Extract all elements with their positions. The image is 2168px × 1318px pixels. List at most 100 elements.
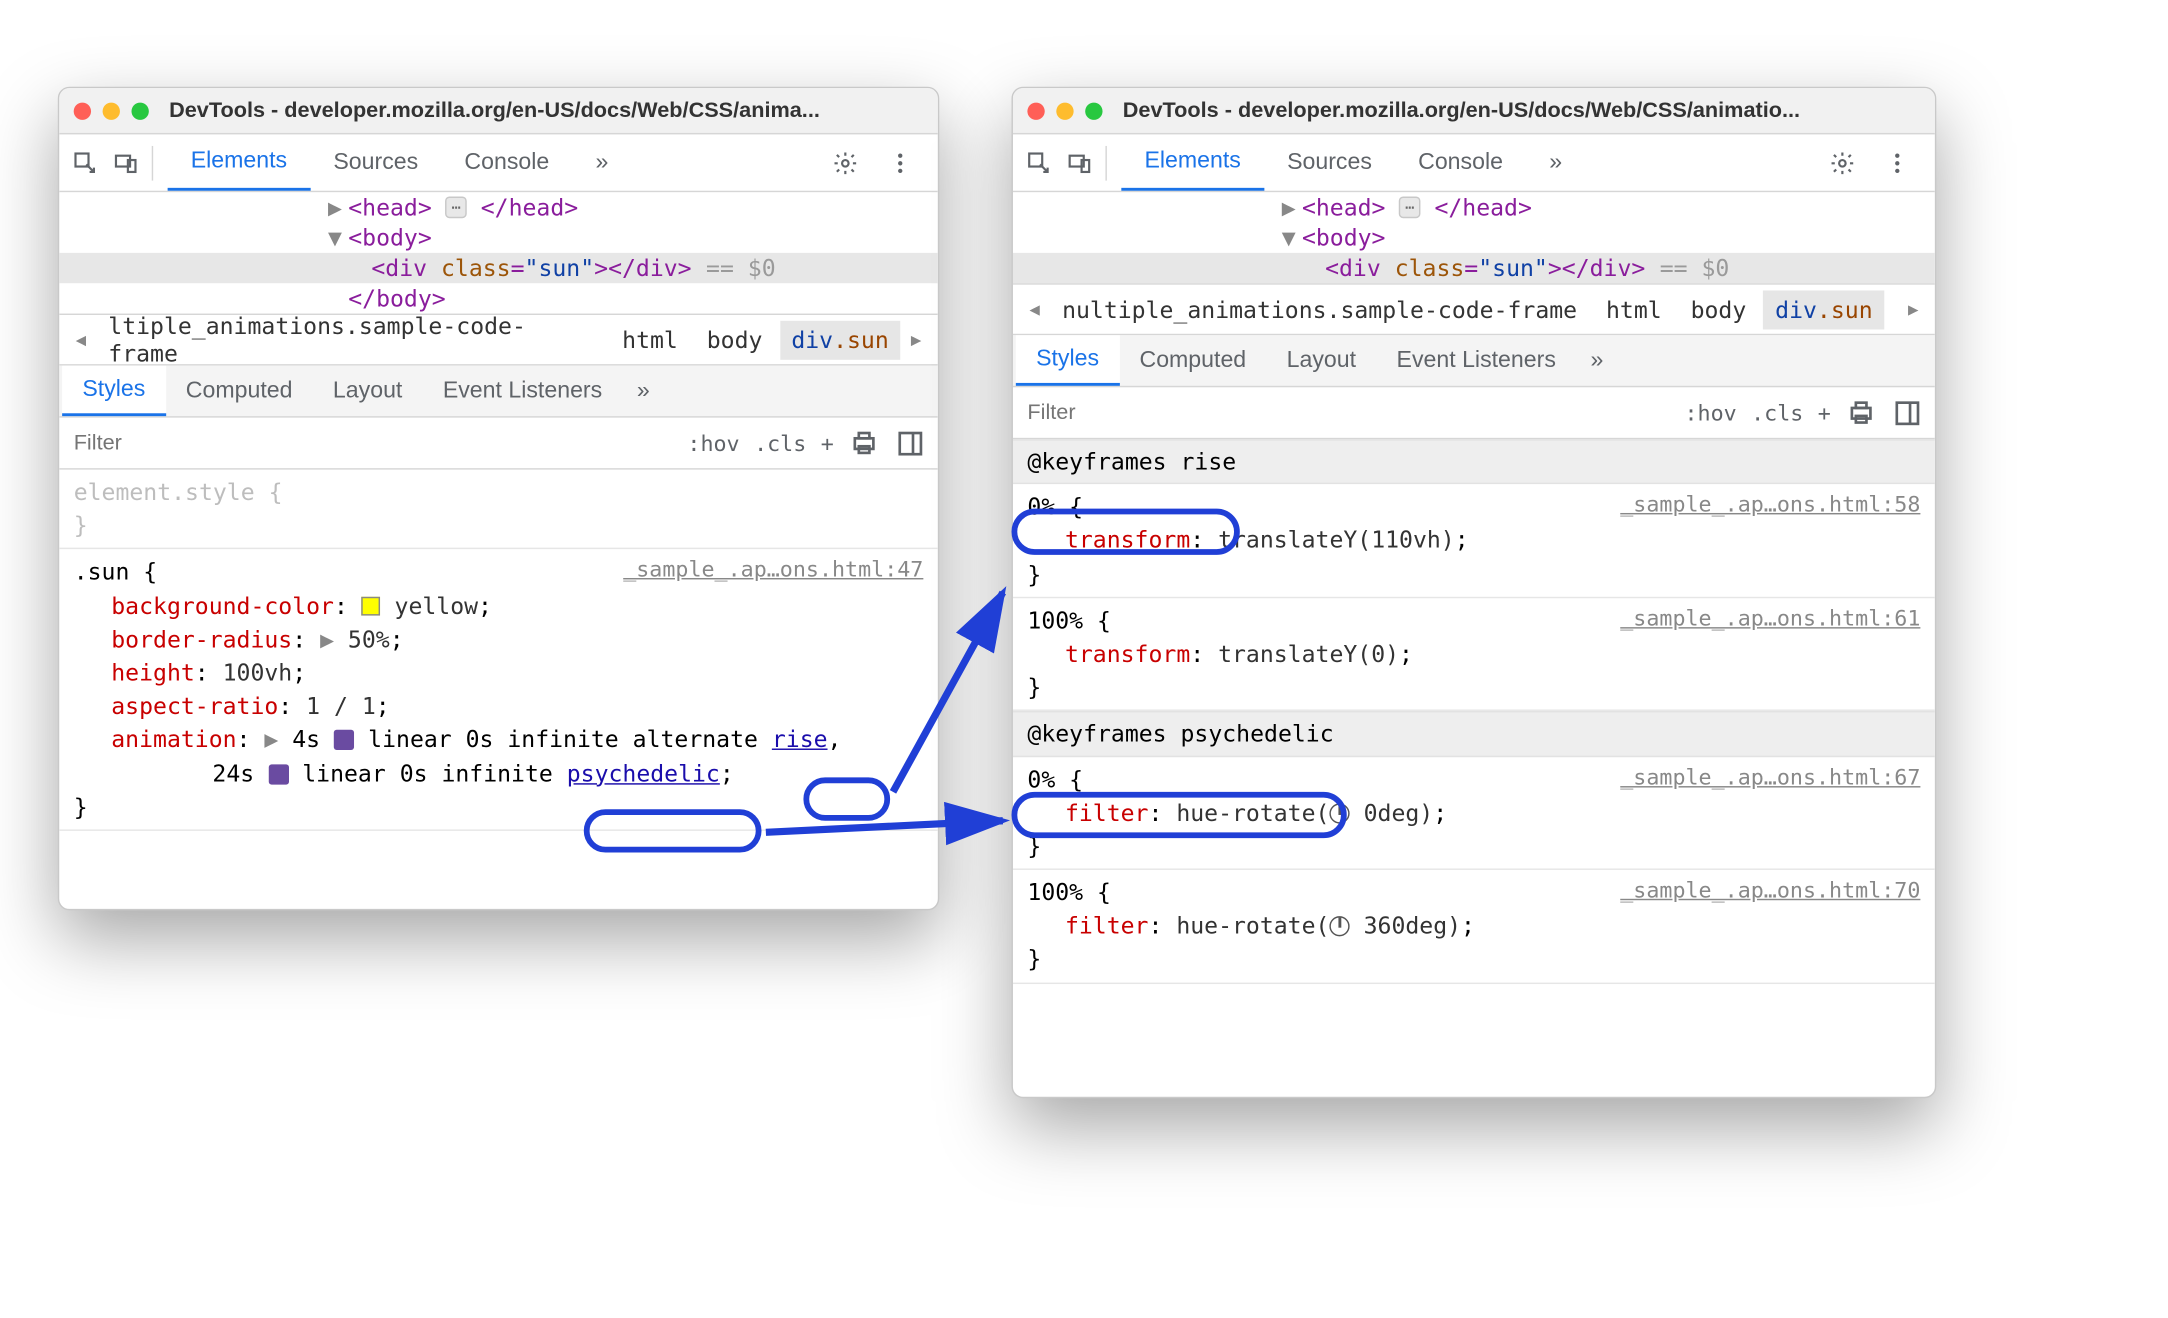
cls-toggle[interactable]: .cls xyxy=(754,430,806,456)
dom-body-close[interactable]: </body> xyxy=(59,283,938,313)
expand-icon[interactable]: ▶ xyxy=(264,726,278,753)
window-title: DevTools - developer.mozilla.org/en-US/d… xyxy=(169,98,820,123)
styles-pane: @keyframes rise _sample_.ap…ons.html:58 … xyxy=(1013,439,1935,983)
dom-head[interactable]: <head> ⋯ </head> xyxy=(59,192,938,222)
tab-console[interactable]: Console xyxy=(441,134,572,190)
styles-filterbar: :hov .cls + xyxy=(59,418,938,470)
tab-sources[interactable]: Sources xyxy=(310,134,441,190)
tab-more[interactable]: » xyxy=(572,134,631,190)
kebab-icon[interactable] xyxy=(1880,145,1915,180)
devtools-toolbar: Elements Sources Console » xyxy=(59,134,938,192)
crumb-selected[interactable]: div.sun xyxy=(780,320,901,359)
subtab-layout[interactable]: Layout xyxy=(313,366,423,417)
keyframe-rise-0[interactable]: _sample_.ap…ons.html:58 0% { transform: … xyxy=(1013,484,1935,598)
selected-indicator: == $0 xyxy=(706,254,776,281)
keyframe-psy-100[interactable]: _sample_.ap…ons.html:70 100% { filter: h… xyxy=(1013,870,1935,984)
breadcrumb-next-icon[interactable]: ▶ xyxy=(906,329,926,349)
devtools-toolbar: Elements Sources Console » xyxy=(1013,134,1935,192)
angle-icon[interactable] xyxy=(1329,916,1349,936)
maximize-icon[interactable] xyxy=(1085,102,1102,119)
subtab-styles[interactable]: Styles xyxy=(62,366,165,417)
breadcrumb-prev-icon[interactable]: ◀ xyxy=(71,329,91,349)
crumb-selected[interactable]: div.sun xyxy=(1764,290,1885,329)
crumb-html[interactable]: html xyxy=(611,320,690,359)
dom-tree[interactable]: <head> ⋯ </head> <body> <div class="sun"… xyxy=(59,192,938,313)
cls-toggle[interactable]: .cls xyxy=(1751,400,1803,426)
dom-body-open[interactable]: <body> xyxy=(1013,223,1935,253)
maximize-icon[interactable] xyxy=(131,102,148,119)
computed-panel-icon[interactable] xyxy=(1892,397,1924,429)
breadcrumb-next-icon[interactable]: ▶ xyxy=(1903,299,1923,319)
print-icon[interactable] xyxy=(848,427,880,459)
minimize-icon[interactable] xyxy=(103,102,120,119)
dom-selected-div[interactable]: <div class="sun"></div> == $0 xyxy=(1013,253,1935,283)
devtools-window-right: DevTools - developer.mozilla.org/en-US/d… xyxy=(1012,87,1937,1099)
source-link[interactable]: _sample_.ap…ons.html:47 xyxy=(623,555,923,586)
tab-console[interactable]: Console xyxy=(1395,134,1526,190)
computed-panel-icon[interactable] xyxy=(894,427,926,459)
easing-icon[interactable] xyxy=(268,764,288,784)
crumb-frame[interactable]: nultiple_animations.sample-code-frame xyxy=(1051,290,1589,329)
subtab-styles[interactable]: Styles xyxy=(1016,335,1119,386)
filter-input[interactable] xyxy=(1025,394,1256,430)
rule-sun[interactable]: _sample_.ap…ons.html:47 .sun { backgroun… xyxy=(59,550,938,831)
source-link[interactable]: _sample_.ap…ons.html:67 xyxy=(1620,762,1920,793)
keyframe-psy-0[interactable]: _sample_.ap…ons.html:67 0% { filter: hue… xyxy=(1013,756,1935,870)
angle-icon[interactable] xyxy=(1329,803,1349,823)
inspect-icon[interactable] xyxy=(68,145,103,180)
keyframes-header-psychedelic[interactable]: @keyframes psychedelic xyxy=(1013,711,1935,756)
device-toggle-icon[interactable] xyxy=(108,145,143,180)
inspect-icon[interactable] xyxy=(1022,145,1057,180)
kebab-icon[interactable] xyxy=(883,145,918,180)
hover-toggle[interactable]: :hov xyxy=(687,430,739,456)
subtab-computed[interactable]: Computed xyxy=(166,366,313,417)
hover-toggle[interactable]: :hov xyxy=(1684,400,1736,426)
easing-icon[interactable] xyxy=(334,730,354,750)
subtab-event-listeners[interactable]: Event Listeners xyxy=(423,366,623,417)
keyframe-rise-100[interactable]: _sample_.ap…ons.html:61 100% { transform… xyxy=(1013,598,1935,712)
panel-tabs: Elements Sources Console » xyxy=(168,134,632,190)
animation-prop[interactable]: animation: ▶ 4s linear 0s infinite alter… xyxy=(111,723,923,757)
dom-tree[interactable]: <head> ⋯ </head> <body> <div class="sun"… xyxy=(1013,192,1935,283)
source-link[interactable]: _sample_.ap…ons.html:61 xyxy=(1620,604,1920,635)
new-rule-icon[interactable]: + xyxy=(821,430,834,456)
color-swatch-icon[interactable] xyxy=(362,596,381,615)
tab-more[interactable]: » xyxy=(1526,134,1585,190)
device-toggle-icon[interactable] xyxy=(1062,145,1097,180)
styles-filterbar: :hov .cls + xyxy=(1013,387,1935,439)
dom-selected-div[interactable]: <div class="sun"></div> == $0 xyxy=(59,253,938,283)
subtab-event-listeners[interactable]: Event Listeners xyxy=(1376,335,1576,386)
tab-sources[interactable]: Sources xyxy=(1264,134,1395,190)
source-link[interactable]: _sample_.ap…ons.html:70 xyxy=(1620,876,1920,907)
print-icon[interactable] xyxy=(1845,397,1877,429)
crumb-html[interactable]: html xyxy=(1594,290,1673,329)
crumb-body[interactable]: body xyxy=(695,320,774,359)
keyframes-link-psychedelic[interactable]: psychedelic xyxy=(567,759,720,786)
filter-input[interactable] xyxy=(71,425,302,461)
tab-elements[interactable]: Elements xyxy=(1121,134,1264,190)
crumb-frame[interactable]: ltiple_animations.sample-code-frame xyxy=(97,306,605,372)
crumb-body[interactable]: body xyxy=(1679,290,1758,329)
close-icon[interactable] xyxy=(74,102,91,119)
source-link[interactable]: _sample_.ap…ons.html:58 xyxy=(1620,490,1920,521)
dom-head[interactable]: <head> ⋯ </head> xyxy=(1013,192,1935,222)
expand-icon[interactable]: ▶ xyxy=(320,625,334,652)
keyframes-link-rise[interactable]: rise xyxy=(772,726,828,753)
tab-elements[interactable]: Elements xyxy=(168,134,311,190)
subtab-more[interactable]: » xyxy=(1576,348,1618,374)
breadcrumb-prev-icon[interactable]: ◀ xyxy=(1025,299,1045,319)
dom-body-open[interactable]: <body> xyxy=(59,223,938,253)
subtab-layout[interactable]: Layout xyxy=(1266,335,1376,386)
subtab-computed[interactable]: Computed xyxy=(1119,335,1266,386)
titlebar: DevTools - developer.mozilla.org/en-US/d… xyxy=(59,88,938,134)
keyframes-header-rise[interactable]: @keyframes rise xyxy=(1013,439,1935,484)
settings-icon[interactable] xyxy=(828,145,863,180)
animation-prop-line2[interactable]: 24s linear 0s infinite psychedelic; xyxy=(111,756,923,790)
subtab-more[interactable]: » xyxy=(622,378,664,404)
minimize-icon[interactable] xyxy=(1056,102,1073,119)
rule-elementstyle[interactable]: element.style { } xyxy=(59,470,938,550)
styles-subtabs: Styles Computed Layout Event Listeners » xyxy=(1013,335,1935,387)
new-rule-icon[interactable]: + xyxy=(1818,400,1831,426)
settings-icon[interactable] xyxy=(1825,145,1860,180)
close-icon[interactable] xyxy=(1027,102,1044,119)
